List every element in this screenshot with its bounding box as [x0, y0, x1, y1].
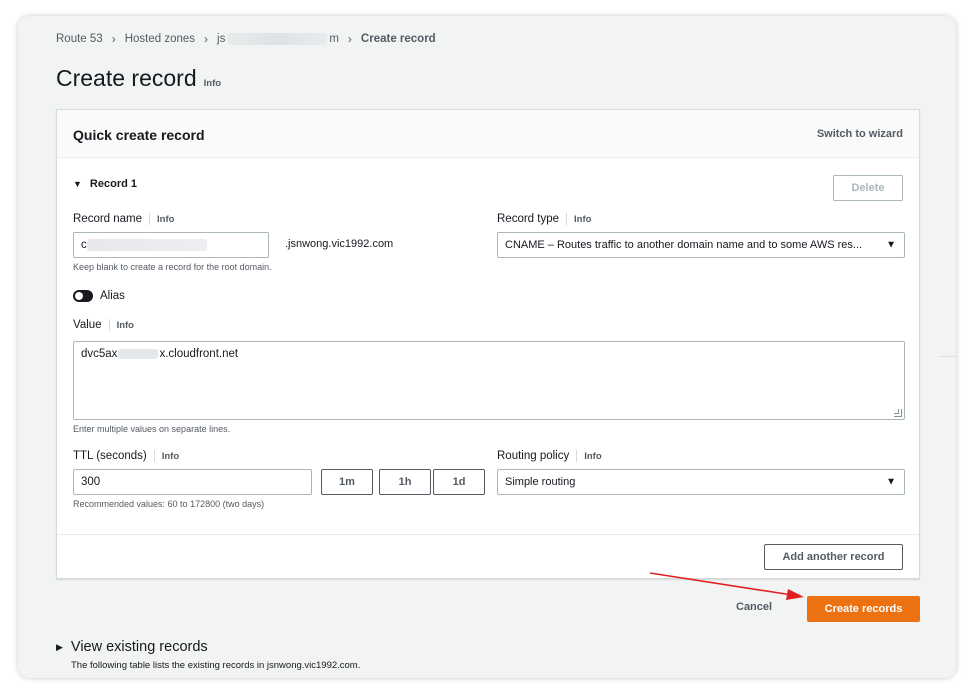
domain-suffix: .jsnwong.vic1992.com	[285, 238, 394, 250]
delete-button[interactable]: Delete	[833, 175, 903, 201]
record-type-value: CNAME – Routes traffic to another domain…	[505, 239, 863, 251]
chevron-right-icon: ›	[347, 32, 352, 46]
value-text-start: dvc5ax	[81, 348, 118, 360]
breadcrumb-current: Create record	[360, 33, 436, 45]
ttl-hint: Recommended values: 60 to 172800 (two da…	[73, 499, 265, 509]
record-type-label: Record type	[497, 213, 560, 225]
breadcrumb: Route 53 › Hosted zones › js m › Create r…	[56, 32, 436, 46]
value-hint: Enter multiple values on separate lines.	[73, 424, 231, 434]
routing-policy-select[interactable]: Simple routing ▼	[497, 469, 905, 495]
quick-create-panel: Quick create record Switch to wizard ▼ R…	[56, 109, 920, 579]
resize-handle-icon[interactable]	[894, 409, 902, 417]
routing-policy-label: Routing policy	[497, 450, 570, 462]
record-name-label: Record name	[73, 213, 143, 225]
ttl-value: 300	[81, 476, 101, 488]
record-name-label-row: Record name Info	[73, 213, 174, 225]
ttl-1m-button[interactable]: 1m	[321, 469, 373, 495]
routing-policy-label-row: Routing policy Info	[497, 450, 602, 462]
divider	[566, 213, 568, 225]
record-name-info-link[interactable]: Info	[157, 214, 174, 225]
divider	[149, 213, 151, 225]
record-type-select[interactable]: CNAME – Routes traffic to another domain…	[497, 232, 905, 258]
view-existing-records-expander[interactable]: ▶ View existing records	[56, 639, 208, 655]
redacted-text	[227, 32, 328, 45]
record-type-label-row: Record type Info	[497, 213, 591, 225]
alias-label: Alias	[100, 290, 125, 302]
record-name-input[interactable]: c	[73, 232, 269, 258]
redacted-text	[86, 239, 207, 251]
caret-down-icon: ▼	[886, 476, 896, 488]
view-existing-title: View existing records	[70, 639, 208, 655]
breadcrumb-hosted-zones[interactable]: Hosted zones	[125, 33, 195, 45]
value-label: Value	[73, 319, 102, 331]
page-info-link[interactable]: Info	[204, 78, 221, 89]
value-textarea[interactable]: dvc5ax x.cloudfront.net	[73, 341, 905, 420]
divider	[153, 450, 155, 462]
chevron-right-icon: ›	[111, 32, 116, 46]
redacted-text	[118, 348, 159, 359]
value-text-end: x.cloudfront.net	[159, 348, 239, 360]
record-name-value: c	[81, 239, 87, 251]
routing-policy-info-link[interactable]: Info	[584, 451, 601, 462]
breadcrumb-route53[interactable]: Route 53	[56, 33, 103, 45]
alias-switch[interactable]	[73, 290, 93, 302]
cancel-button[interactable]: Cancel	[736, 601, 772, 613]
alias-toggle[interactable]: Alias	[73, 290, 125, 302]
ttl-input[interactable]: 300	[73, 469, 312, 495]
ttl-label: TTL (seconds)	[73, 450, 147, 462]
panel-title: Quick create record	[73, 127, 205, 143]
chevron-right-icon: ›	[204, 32, 209, 46]
ttl-1h-button[interactable]: 1h	[379, 469, 431, 495]
record-1-expander[interactable]: ▼ Record 1	[73, 178, 137, 190]
panel-header: Quick create record Switch to wizard	[57, 110, 919, 158]
existing-records-description: The following table lists the existing r…	[71, 660, 361, 671]
zone-name-start: js	[217, 33, 226, 46]
routing-policy-value: Simple routing	[505, 476, 576, 488]
ttl-1d-button[interactable]: 1d	[433, 469, 485, 495]
browser-frame: Route 53 › Hosted zones › js m › Create r…	[18, 16, 956, 678]
page-title-row: Create record Info	[56, 65, 221, 92]
ttl-info-link[interactable]: Info	[162, 451, 179, 462]
record-name-hint: Keep blank to create a record for the ro…	[73, 262, 272, 272]
breadcrumb-zone-name[interactable]: js m	[217, 32, 339, 46]
create-records-button[interactable]: Create records	[807, 596, 920, 622]
arrow-head	[786, 589, 804, 600]
side-divider	[938, 356, 956, 357]
value-info-link[interactable]: Info	[117, 320, 134, 331]
switch-to-wizard-link[interactable]: Switch to wizard	[817, 128, 903, 140]
caret-right-icon: ▶	[56, 641, 63, 652]
caret-down-icon: ▼	[886, 239, 896, 251]
add-another-record-button[interactable]: Add another record	[764, 544, 903, 570]
record-1-label: Record 1	[89, 178, 137, 190]
ttl-label-row: TTL (seconds) Info	[73, 450, 179, 462]
page-title: Create record	[56, 65, 197, 91]
divider	[576, 450, 578, 462]
record-type-info-link[interactable]: Info	[574, 214, 591, 225]
caret-down-icon: ▼	[73, 179, 82, 189]
divider	[108, 319, 110, 331]
value-label-row: Value Info	[73, 319, 134, 331]
panel-footer: Add another record	[57, 534, 919, 579]
zone-name-end: m	[329, 33, 339, 46]
